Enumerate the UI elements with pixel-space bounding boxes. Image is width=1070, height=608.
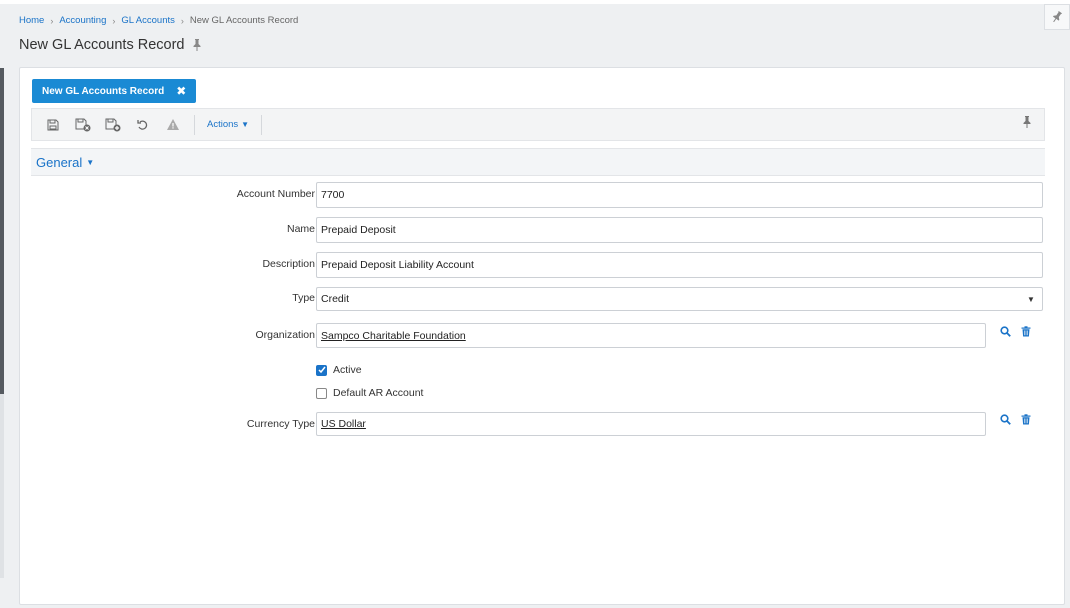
trash-icon[interactable] (1021, 414, 1031, 428)
section-title: General (36, 154, 83, 170)
save-and-close-button[interactable] (68, 112, 98, 138)
organization-value[interactable]: Sampco Charitable Foundation (321, 330, 466, 342)
description-value: Prepaid Deposit Liability Account (321, 259, 474, 271)
close-icon[interactable]: ✖ (176, 84, 186, 98)
currency-type-label: Currency Type (246, 418, 315, 430)
top-strip (0, 0, 1070, 4)
account-number-value: 7700 (321, 189, 345, 201)
toolbar-separator (261, 114, 263, 135)
trash-icon[interactable] (1021, 326, 1031, 340)
chevron-down-icon: ▼ (86, 157, 95, 167)
save-icon (47, 119, 59, 130)
save-button[interactable] (38, 112, 68, 138)
currency-type-lookup-input[interactable]: US Dollar (316, 412, 986, 436)
type-value: Credit (321, 293, 350, 305)
breadcrumb-separator: › (50, 15, 54, 26)
breadcrumb-gl-accounts[interactable]: GL Accounts (121, 15, 175, 26)
default-ar-label: Default AR Account (333, 387, 424, 399)
description-input[interactable]: Prepaid Deposit Liability Account (316, 252, 1043, 278)
toolbar: Actions ▼ (31, 108, 1045, 141)
check-icon (317, 366, 326, 374)
active-checkbox[interactable]: Active (316, 364, 362, 376)
warning-button[interactable] (158, 112, 188, 138)
tab-new-gl-accounts-record[interactable]: New GL Accounts Record ✖ (32, 79, 197, 103)
actions-menu[interactable]: Actions ▼ (201, 119, 255, 130)
default-ar-account-checkbox[interactable]: Default AR Account (316, 387, 423, 399)
breadcrumb-current: New GL Accounts Record (189, 15, 299, 26)
pin-icon[interactable] (192, 39, 202, 51)
type-select[interactable]: Credit ▼ (316, 287, 1043, 311)
account-number-input[interactable]: 7700 (316, 182, 1043, 208)
breadcrumb-separator: › (112, 15, 116, 26)
actions-label: Actions (207, 119, 239, 130)
default-ar-checkbox-box[interactable] (316, 387, 327, 399)
organization-lookup-actions (1000, 326, 1031, 340)
tab-label: New GL Accounts Record (42, 85, 165, 97)
toolbar-separator (194, 114, 195, 135)
undo-icon (137, 119, 148, 130)
breadcrumb-home[interactable]: Home (19, 15, 44, 26)
left-edge-track (0, 394, 4, 578)
currency-lookup-actions (1000, 414, 1031, 428)
breadcrumb-separator: › (180, 15, 184, 26)
page-title-row: New GL Accounts Record (19, 37, 202, 53)
search-icon[interactable] (1000, 414, 1011, 428)
chevron-down-icon: ▼ (241, 120, 250, 129)
chevron-down-icon[interactable]: ▼ (1020, 288, 1042, 310)
save-new-icon (105, 118, 121, 131)
description-label: Description (262, 258, 315, 270)
account-number-label: Account Number (236, 188, 315, 200)
warning-icon (167, 119, 179, 130)
pin-icon (1052, 10, 1063, 23)
active-label: Active (333, 364, 362, 376)
name-label: Name (286, 223, 315, 235)
organization-lookup-input[interactable]: Sampco Charitable Foundation (316, 323, 986, 348)
name-value: Prepaid Deposit (321, 224, 396, 236)
left-scrollbar[interactable] (0, 68, 4, 394)
breadcrumb: Home › Accounting › GL Accounts › New GL… (19, 15, 298, 26)
corner-pin-button[interactable] (1044, 4, 1070, 30)
save-and-new-button[interactable] (98, 112, 128, 138)
name-input[interactable]: Prepaid Deposit (316, 217, 1043, 243)
search-icon[interactable] (1000, 326, 1011, 340)
section-general-header[interactable]: General ▼ (31, 148, 1045, 176)
type-label: Type (292, 292, 315, 304)
toolbar-pin-icon[interactable] (1022, 116, 1032, 131)
currency-type-value[interactable]: US Dollar (321, 418, 366, 430)
active-checkbox-box[interactable] (316, 364, 327, 376)
breadcrumb-accounting[interactable]: Accounting (59, 15, 106, 26)
save-close-icon (75, 118, 91, 131)
organization-label: Organization (255, 329, 315, 341)
record-panel: New GL Accounts Record ✖ Actions ▼ Gener… (19, 67, 1065, 605)
undo-button[interactable] (128, 112, 158, 138)
page-title: New GL Accounts Record (19, 37, 185, 53)
